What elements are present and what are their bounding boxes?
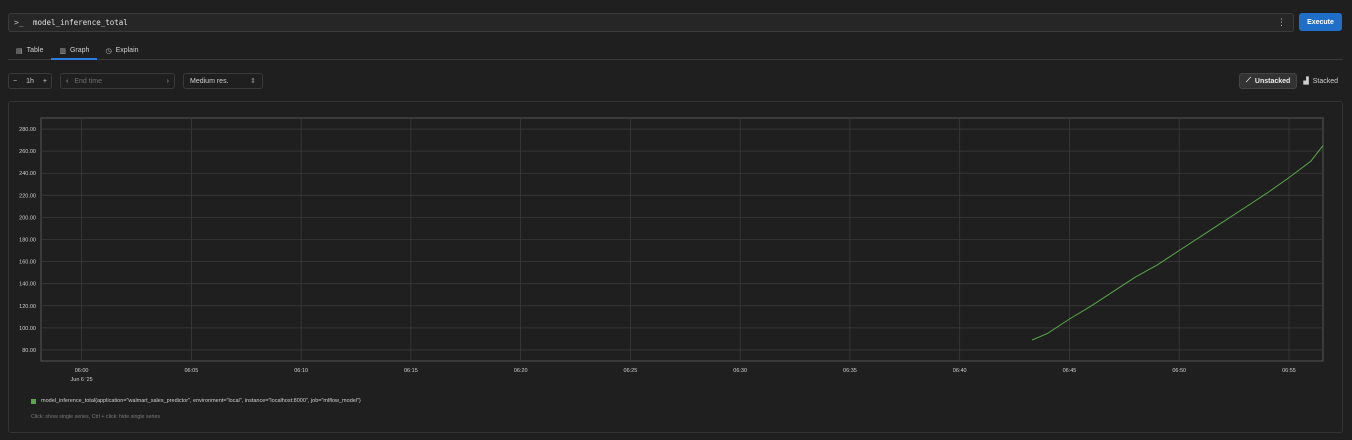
tab-graph-label: Graph <box>69 47 90 54</box>
series-line <box>1031 145 1324 341</box>
stacked-label: Stacked <box>1312 77 1338 85</box>
y-tick-label: 160.00 <box>19 260 36 266</box>
execute-button[interactable]: Execute <box>1299 13 1342 31</box>
end-time-picker[interactable]: ‹ End time › <box>60 73 175 89</box>
x-tick-label: 06:00 <box>75 368 89 374</box>
area-chart-icon: ▟ <box>1303 78 1309 85</box>
x-tick-label: 06:45 <box>1063 368 1077 374</box>
tab-graph[interactable]: ▥ Graph <box>51 42 98 60</box>
y-tick-label: 200.00 <box>19 215 36 221</box>
tab-explain-label: Explain <box>115 47 139 54</box>
x-tick-label: 06:25 <box>624 368 638 374</box>
y-tick-label: 80.00 <box>22 348 36 354</box>
range-decrease-button[interactable]: − <box>13 78 17 85</box>
graph-icon: ▥ <box>59 47 66 55</box>
tab-explain[interactable]: ◷ Explain <box>97 42 146 59</box>
range-value[interactable]: 1h <box>26 78 34 85</box>
x-tick-label: 06:05 <box>184 368 198 374</box>
y-tick-label: 120.00 <box>19 304 36 310</box>
x-tick-label: 06:50 <box>1172 368 1186 374</box>
x-tick-label: 06:35 <box>843 368 857 374</box>
range-selector: − 1h + <box>8 73 52 89</box>
legend-item[interactable]: model_inference_total{application="walma… <box>31 398 361 404</box>
graph-panel: 80.00 100.00 120.00 140.00 160.00 180.00 200.0… <box>8 101 1343 433</box>
y-tick-label: 140.00 <box>19 282 36 288</box>
legend-series-name: model_inference_total{application="walma… <box>41 398 361 404</box>
legend-hint: Click: show single series, Ctrl + click:… <box>31 414 161 420</box>
x-tick-label: 06:30 <box>733 368 747 374</box>
y-tick-label: 100.00 <box>19 326 36 332</box>
x-tick-date-label: Jun 6 '25 <box>71 377 93 383</box>
prometheus-query-page: >_ model_inference_total ⋮ Execute ▤ Tab… <box>0 0 1352 440</box>
unstacked-button[interactable]: ⟋ Unstacked <box>1239 73 1298 89</box>
legend-swatch <box>31 398 36 404</box>
stacked-button[interactable]: ▟ Stacked <box>1297 73 1344 89</box>
y-tick-label: 240.00 <box>19 171 36 177</box>
tab-table[interactable]: ▤ Table <box>8 42 51 59</box>
x-tick-label: 06:40 <box>953 368 967 374</box>
line-chart-icon: ⟋ <box>1246 77 1251 84</box>
x-tick-label: 06:55 <box>1282 368 1296 374</box>
y-tick-label: 180.00 <box>19 238 36 244</box>
range-increase-button[interactable]: + <box>43 78 47 85</box>
prompt-icon: >_ <box>14 18 24 27</box>
select-arrows-icon: ⇕ <box>250 78 256 85</box>
resolution-select[interactable]: Medium res. ⇕ <box>183 73 263 89</box>
more-options-icon[interactable]: ⋮ <box>1277 18 1286 27</box>
x-tick-label: 06:20 <box>514 368 528 374</box>
chevron-left-icon[interactable]: ‹ <box>66 78 68 85</box>
stack-mode-toggle: ⟋ Unstacked ▟ Stacked <box>1239 73 1343 89</box>
query-input-bar[interactable]: >_ model_inference_total ⋮ <box>8 13 1294 32</box>
y-tick-label: 280.00 <box>19 127 36 133</box>
explain-icon: ◷ <box>105 47 112 55</box>
y-tick-label: 260.00 <box>19 149 36 155</box>
chevron-right-icon[interactable]: › <box>167 78 169 85</box>
resolution-value: Medium res. <box>190 77 229 85</box>
tab-table-label: Table <box>26 47 44 54</box>
query-expression[interactable]: model_inference_total <box>33 18 1277 27</box>
unstacked-label: Unstacked <box>1254 77 1291 85</box>
y-tick-label: 220.00 <box>19 193 36 199</box>
view-tabs: ▤ Table ▥ Graph ◷ Explain <box>8 42 1343 60</box>
line-chart[interactable]: 80.00 100.00 120.00 140.00 160.00 180.00 200.0… <box>9 102 1344 392</box>
table-icon: ▤ <box>16 47 23 55</box>
x-tick-label: 06:10 <box>294 368 308 374</box>
x-tick-label: 06:15 <box>404 368 418 374</box>
end-time-placeholder: End time <box>74 77 102 85</box>
